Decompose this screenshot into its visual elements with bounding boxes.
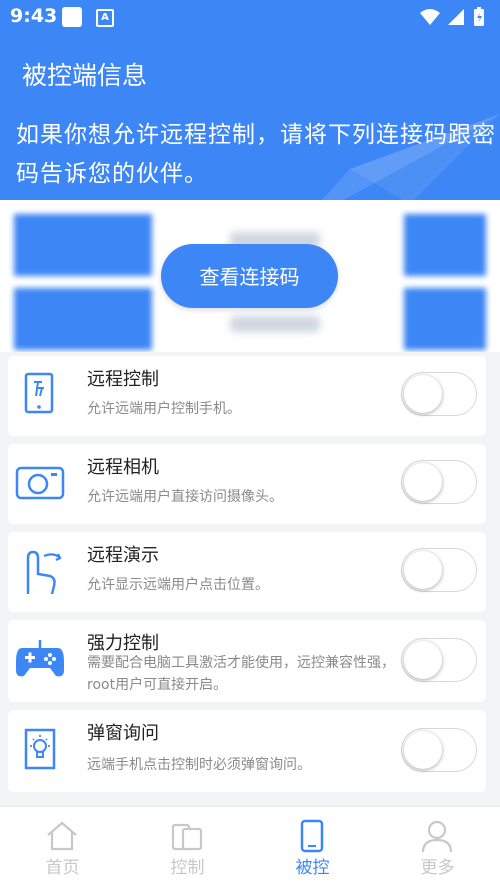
nav-label: 首页 [45,858,80,878]
tap-gesture-icon [26,550,62,595]
force-control-toggle[interactable] [401,638,477,682]
page-title: 被控端信息 [22,61,148,90]
nav-item-home[interactable]: 首页 [0,807,125,889]
nav-label: 控制 [170,858,205,878]
lightbulb-icon [24,728,56,770]
person-icon [421,820,453,853]
feature-title: 远程相机 [87,457,159,478]
tablet-hand-icon [24,372,54,414]
system-icons [418,6,488,32]
phone-icon [300,819,324,853]
password-value-blur [230,316,320,332]
feature-title: 远程演示 [87,545,159,566]
home-icon [47,821,77,851]
feature-card-remote-camera: 远程相机 允许远端用户直接访问摄像头。 [8,444,486,524]
header: 被控端信息 如果你想允许远程控制，请将下列连接码跟密码告诉您的伙伴。 [0,34,500,200]
password-label-block [14,288,152,350]
feature-card-remote-demo: 远程演示 允许显示远端用户点击位置。 [8,532,486,612]
nav-item-controlled[interactable]: 被控 [250,807,375,889]
feature-title: 弹窗询问 [87,723,159,744]
bottom-nav: 首页 控制 被控 更多 [0,806,500,889]
nav-item-control[interactable]: 控制 [125,807,250,889]
feature-card-remote-control: 远程控制 允许远端用户控制手机。 [8,356,486,436]
nav-item-more[interactable]: 更多 [375,807,500,889]
feature-title: 远程控制 [87,369,159,390]
copy-password-block [404,288,486,350]
show-connection-code-button[interactable]: 查看连接码 [161,244,338,308]
feature-description: 需要配合电脑工具激活才能使用，远控兼容性强，root用户可直接开启。 [87,655,395,693]
feature-description: 允许显示远端用户点击位置。 [87,577,269,593]
feature-description: 允许远端用户控制手机。 [87,401,241,417]
feature-description: 允许远端用户直接访问摄像头。 [87,489,283,505]
notification-square-icon [62,7,82,27]
remote-demo-toggle[interactable] [401,548,477,592]
header-description: 如果你想允许远程控制，请将下列连接码跟密码告诉您的伙伴。 [16,122,496,187]
code-label-block [14,214,152,276]
wifi-icon [420,9,440,25]
popup-ask-toggle[interactable] [401,728,477,772]
feature-card-popup-ask: 弹窗询问 远端手机点击控制时必须弹窗询问。 [8,710,486,792]
status-time: 9:43 [10,5,58,27]
gamepad-icon [16,640,64,677]
toggle-knob [404,375,442,413]
devices-icon [171,823,203,851]
feature-description: 远端手机点击控制时必须弹窗询问。 [87,757,311,773]
nav-label: 更多 [420,858,455,878]
toggle-knob [404,463,442,501]
app-notification-icon: A [96,9,114,27]
camera-icon [15,466,65,500]
copy-code-block [404,214,486,276]
remote-control-toggle[interactable] [401,372,477,416]
toggle-knob [404,731,442,769]
nav-label: 被控 [295,858,330,878]
toggle-knob [404,641,442,679]
status-bar: 9:43 A [0,0,500,34]
feature-card-force-control: 强力控制 需要配合电脑工具激活才能使用，远控兼容性强，root用户可直接开启。 [8,620,486,702]
remote-camera-toggle[interactable] [401,460,477,504]
toggle-knob [404,551,442,589]
battery-icon [474,7,484,26]
signal-icon [448,9,464,25]
